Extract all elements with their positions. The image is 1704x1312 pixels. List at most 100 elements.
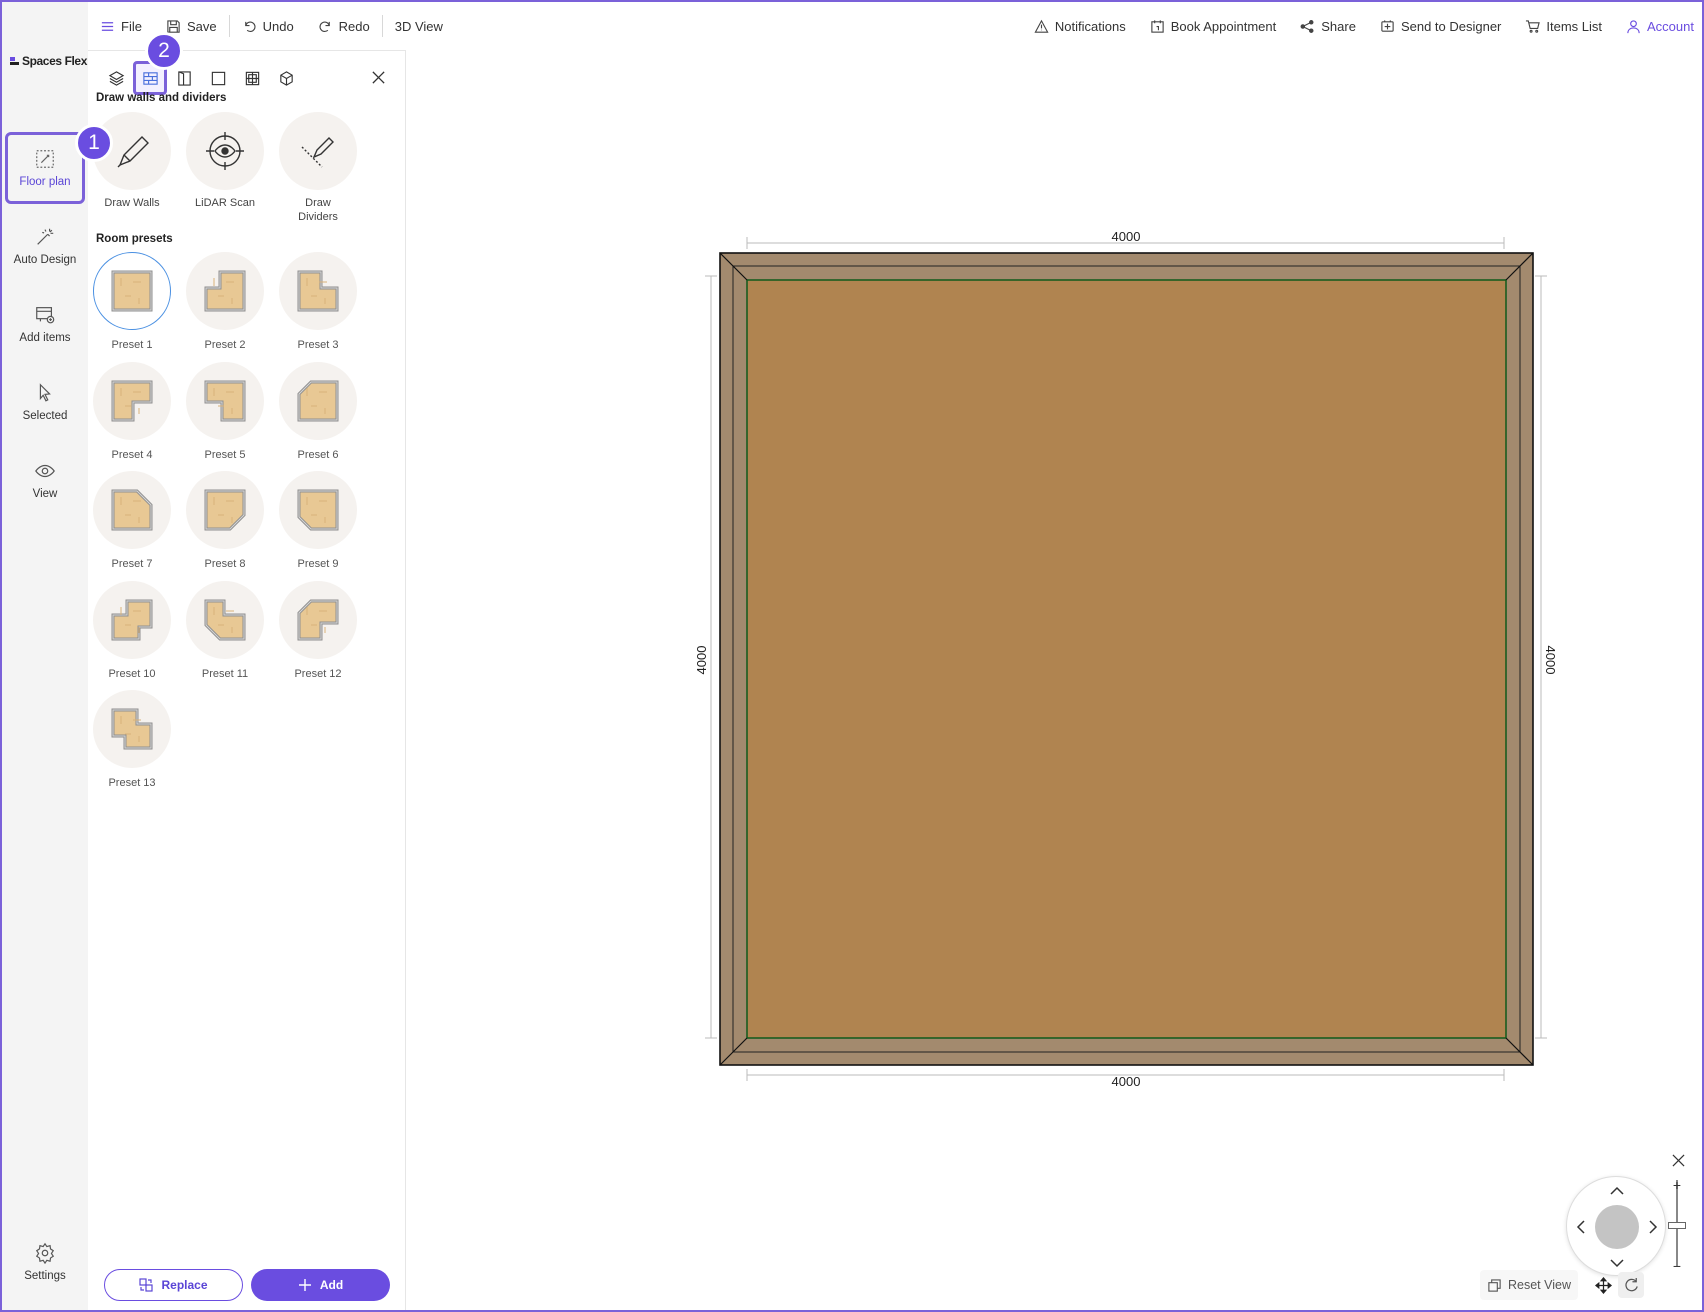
- zoom-in-button[interactable]: +: [1669, 1177, 1685, 1193]
- book-appointment-label: Book Appointment: [1170, 18, 1277, 34]
- book-appointment-button[interactable]: Book Appointment: [1138, 2, 1289, 50]
- rail-item-selected[interactable]: Selected: [5, 366, 85, 438]
- pan-mode-button[interactable]: [1590, 1272, 1616, 1298]
- send-to-designer-label: Send to Designer: [1400, 18, 1502, 34]
- send-to-designer-button[interactable]: Send to Designer: [1368, 2, 1513, 50]
- preset-item[interactable]: Preset 9: [276, 471, 360, 570]
- share-icon: [1300, 19, 1314, 33]
- preset-item[interactable]: Preset 5: [183, 361, 267, 461]
- app-logo[interactable]: Spaces Flex: [10, 54, 87, 68]
- preset-item[interactable]: Preset 2: [183, 252, 267, 351]
- preset-item[interactable]: Preset 11: [183, 580, 267, 680]
- replace-icon: [139, 1278, 154, 1292]
- divider-pencil-icon: [301, 137, 334, 168]
- nav-left-button[interactable]: [1571, 1217, 1591, 1237]
- rail-item-view[interactable]: View: [5, 444, 85, 516]
- floorplan-icon: [36, 150, 54, 168]
- share-button[interactable]: Share: [1288, 2, 1368, 50]
- tab-3d-objects[interactable]: [272, 64, 300, 92]
- brick-wall-icon: [142, 71, 158, 85]
- rotate-mode-button[interactable]: [1618, 1272, 1644, 1298]
- chevron-down-icon: [1610, 1259, 1624, 1268]
- room-floor[interactable]: [746, 279, 1507, 1039]
- file-label: File: [121, 18, 142, 34]
- view-3d-button[interactable]: 3D View: [383, 2, 455, 50]
- tab-layers[interactable]: [102, 64, 130, 92]
- nav-center-knob[interactable]: [1595, 1205, 1639, 1249]
- scan-eye-icon: [206, 132, 244, 170]
- preset-item[interactable]: Preset 12: [276, 580, 360, 680]
- lidar-scan-tool[interactable]: LiDAR Scan: [183, 112, 267, 210]
- panel-divider: [88, 50, 406, 51]
- file-menu-button[interactable]: File: [88, 2, 154, 50]
- redo-button[interactable]: Redo: [306, 2, 382, 50]
- floor-plan-canvas[interactable]: 4000 4000 4000 4000: [406, 50, 1702, 1310]
- items-list-button[interactable]: Items List: [1513, 2, 1614, 50]
- floor-plan-panel: Draw walls and dividers Draw Walls LiDAR…: [88, 50, 406, 1310]
- rail-item-auto-design[interactable]: Auto Design: [5, 210, 85, 282]
- share-label: Share: [1321, 18, 1356, 34]
- nav-down-button[interactable]: [1607, 1253, 1627, 1273]
- preset-item[interactable]: Preset 6: [276, 361, 360, 461]
- room-shape-icon: [111, 708, 153, 750]
- dimension-left: 4000: [694, 646, 709, 675]
- preset-item[interactable]: Preset 7: [90, 471, 174, 570]
- room-shape-icon: [204, 489, 246, 531]
- preset-item[interactable]: Preset 4: [90, 361, 174, 461]
- tab-openings[interactable]: [204, 64, 232, 92]
- reset-view-button[interactable]: Reset View: [1480, 1270, 1578, 1300]
- add-button[interactable]: Add: [251, 1269, 390, 1301]
- preset-item[interactable]: Preset 3: [276, 252, 360, 351]
- redo-label: Redo: [338, 18, 370, 34]
- notifications-button[interactable]: Notifications: [1022, 2, 1138, 50]
- preset-label: Preset 1: [111, 339, 153, 351]
- plus-icon: [298, 1279, 311, 1291]
- preset-thumbnail: [93, 690, 171, 768]
- navigation-pad: [1566, 1176, 1666, 1276]
- preset-label: Preset 10: [108, 667, 156, 680]
- rail-item-add-items[interactable]: Add items: [5, 288, 85, 360]
- close-nav-button[interactable]: [1670, 1152, 1686, 1168]
- room-shape-icon: [297, 599, 339, 640]
- preset-item[interactable]: Preset 13: [90, 690, 174, 789]
- preset-item[interactable]: Preset 1: [90, 252, 174, 351]
- rail-item-floor-plan[interactable]: Floor plan: [5, 132, 85, 204]
- step-badge-1: 1: [75, 124, 113, 162]
- cart-icon: [1526, 19, 1541, 33]
- user-icon: [1627, 19, 1640, 33]
- preset-item[interactable]: Preset 8: [183, 471, 267, 570]
- logo-mark-icon: [10, 57, 20, 65]
- close-panel-button[interactable]: [365, 64, 391, 90]
- account-button[interactable]: Account: [1614, 2, 1702, 50]
- preset-item[interactable]: Preset 10: [90, 580, 174, 680]
- gear-icon: [35, 1242, 55, 1264]
- rail-label: Selected: [22, 410, 68, 422]
- warning-icon: [1034, 19, 1049, 33]
- reset-view-icon: [1488, 1278, 1501, 1292]
- rail-item-settings[interactable]: Settings: [5, 1226, 85, 1298]
- pencil-icon: [117, 136, 149, 168]
- rotate-icon: [1624, 1277, 1638, 1291]
- preset-label: Preset 11: [201, 667, 249, 680]
- cursor-icon: [39, 383, 51, 402]
- tab-windows[interactable]: [238, 64, 266, 92]
- room-shape-icon: [297, 489, 339, 531]
- replace-button[interactable]: Replace: [104, 1269, 243, 1301]
- preset-label: Preset 12: [294, 667, 342, 680]
- room-shape-icon: [111, 599, 153, 640]
- preset-label: Preset 4: [111, 448, 153, 461]
- eye-icon: [35, 464, 55, 478]
- preset-thumbnail: [279, 580, 357, 659]
- zoom-out-button[interactable]: −: [1669, 1258, 1685, 1274]
- undo-button[interactable]: Undo: [230, 2, 306, 50]
- tab-doors[interactable]: [170, 64, 198, 92]
- nav-right-button[interactable]: [1643, 1217, 1663, 1237]
- panel-tabs: [102, 61, 300, 95]
- replace-label: Replace: [161, 1278, 208, 1292]
- preset-thumbnail: [186, 252, 264, 330]
- zoom-slider-thumb[interactable]: [1668, 1222, 1686, 1229]
- preset-thumbnail: [279, 252, 357, 330]
- close-icon: [371, 70, 385, 84]
- nav-up-button[interactable]: [1607, 1181, 1627, 1201]
- draw-dividers-tool[interactable]: Draw Dividers: [276, 112, 360, 224]
